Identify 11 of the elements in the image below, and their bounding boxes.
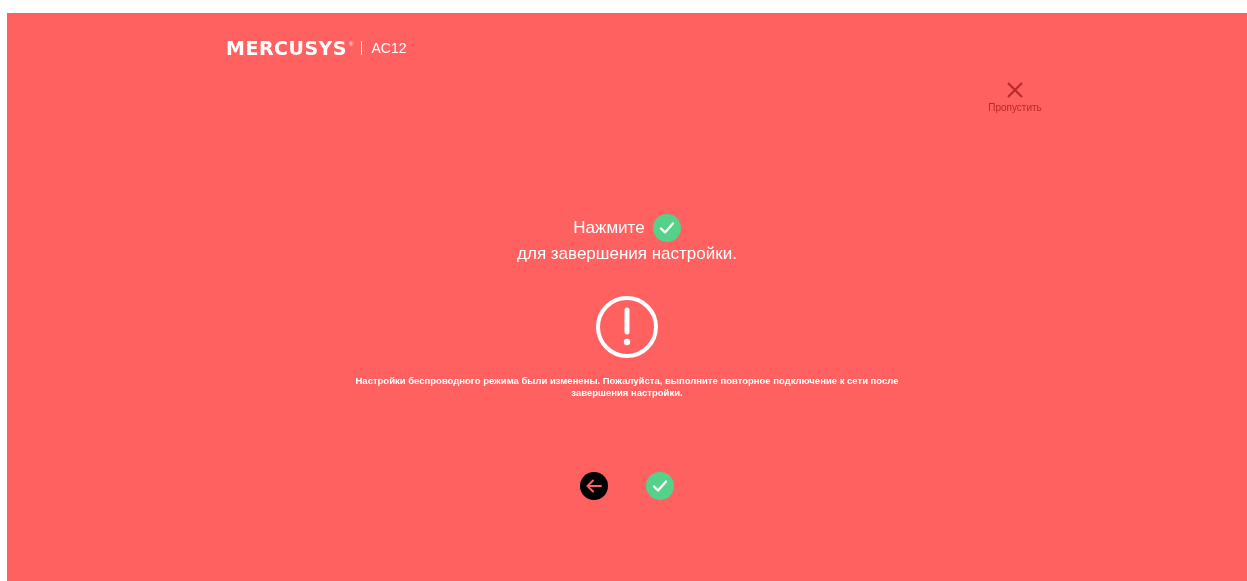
back-button[interactable] [580,472,608,500]
skip-button[interactable]: Пропустить [985,81,1045,113]
model-name: AC12 [371,40,407,56]
instruction-text: для завершения настройки. [517,244,737,264]
notice-text: Настройки беспроводного режима были изменены. Пожалуйста, выполните повторное подключение к сети после завершения настройки. [354,375,900,399]
warning-icon [595,295,659,359]
check-icon [652,214,681,242]
close-icon [1006,81,1024,99]
confirm-button[interactable] [646,472,674,500]
brand-logo: MERCUSYS [226,37,347,59]
instruction-text: Нажмите [573,217,645,239]
